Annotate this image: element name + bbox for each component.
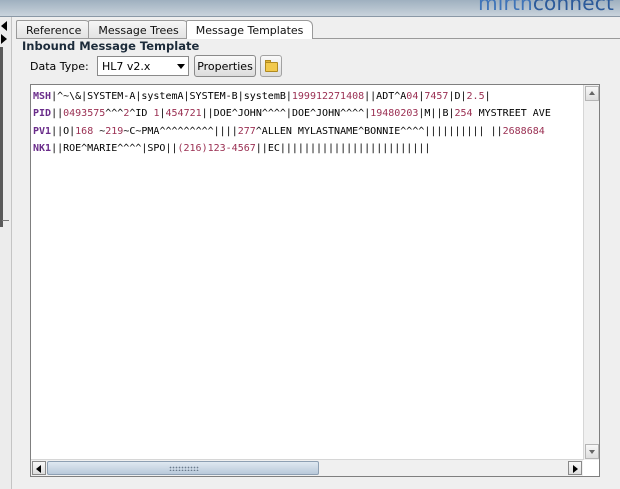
template-text-area[interactable]: MSH|^~\&|SYSTEM-A|systemA|SYSTEM-B|syste…	[33, 88, 583, 458]
segment-fields: ||0493575^^^2^ID 1|454721||DOE^JOHN^^^^|…	[51, 108, 551, 119]
mirth-connect-logo: mirthconnect	[478, 0, 614, 15]
segment-line-nk1: NK1||ROE^MARIE^^^^|SPO||(216)123-4567||E…	[33, 140, 583, 157]
tab-bar: Reference Message Trees Message Template…	[16, 20, 314, 39]
folder-open-icon	[265, 62, 278, 72]
chevron-down-icon	[177, 64, 185, 69]
top-banner: mirthconnect	[0, 0, 620, 17]
segment-id: PID	[33, 108, 52, 120]
segment-line-pid: PID||0493575^^^2^ID 1|454721||DOE^JOHN^^…	[33, 105, 583, 122]
text-token: ||	[51, 108, 64, 120]
splitter-notch	[2, 220, 9, 221]
numeric-token: 168	[75, 125, 94, 137]
panel-title: Inbound Message Template	[22, 39, 200, 53]
grip-icon	[169, 466, 199, 471]
scroll-down-button[interactable]	[585, 444, 599, 459]
splitter-bar[interactable]	[0, 47, 3, 227]
scroll-left-button[interactable]	[32, 461, 46, 475]
segment-line-pv1: PV1||O|168 ~219~C~PMA^^^^^^^^^||||277^AL…	[33, 123, 583, 140]
numeric-token: 454721	[165, 108, 202, 120]
text-token: ||O|	[51, 125, 76, 137]
tab-message-trees[interactable]: Message Trees	[88, 20, 189, 39]
numeric-token: 0493575	[63, 108, 106, 120]
text-token: ||DOE^JOHN^^^^|DOE^JOHN^^^^|	[201, 108, 371, 120]
numeric-token: 199912271408	[291, 91, 365, 102]
properties-button[interactable]: Properties	[194, 55, 256, 77]
text-token: |^~\&|SYSTEM-A|systemA|SYSTEM-B|systemB|	[51, 91, 292, 102]
template-editor[interactable]: MSH|^~\&|SYSTEM-A|systemA|SYSTEM-B|syste…	[30, 84, 600, 477]
text-token: |D|	[448, 91, 467, 102]
text-token: ||EC|||||||||||||||||||||||||	[255, 142, 431, 154]
numeric-token: 277	[237, 125, 256, 137]
segment-id: PV1	[33, 125, 52, 137]
horizontal-scroll-thumb[interactable]	[47, 461, 319, 475]
numeric-token: 04	[406, 91, 419, 102]
data-type-label: Data Type:	[30, 60, 89, 73]
vertical-scrollbar[interactable]	[583, 85, 599, 460]
text-token: ^ALLEN MYLASTNAME^BONNIE^^^^|||||||||| |…	[255, 125, 503, 137]
segment-fields: ||ROE^MARIE^^^^|SPO||(216)123-4567||EC||…	[51, 143, 430, 154]
text-token: ||ROE^MARIE^^^^|SPO||	[51, 142, 178, 154]
numeric-token: 219	[105, 125, 124, 137]
data-type-select[interactable]: HL7 v2.x	[97, 56, 189, 76]
open-file-button[interactable]	[260, 55, 282, 77]
collapse-left-icon[interactable]	[1, 21, 7, 31]
arrow-down-icon	[589, 450, 595, 454]
text-token: |M||B|	[418, 108, 455, 120]
horizontal-scrollbar[interactable]	[31, 459, 583, 476]
text-token: ~C~PMA^^^^^^^^^||||	[123, 125, 238, 137]
text-token: |	[484, 91, 491, 102]
numeric-token: 7457	[424, 91, 449, 102]
segment-id: NK1	[33, 142, 52, 154]
left-collapse-strip	[0, 17, 12, 489]
segment-line-msh: MSH|^~\&|SYSTEM-A|systemA|SYSTEM-B|syste…	[33, 88, 583, 105]
text-token: ^ID	[129, 108, 154, 120]
data-type-value: HL7 v2.x	[102, 60, 151, 73]
message-templates-panel: Reference Message Trees Message Template…	[12, 17, 620, 489]
arrow-left-icon	[36, 465, 41, 473]
segment-id: MSH	[33, 91, 52, 102]
expand-right-icon[interactable]	[1, 34, 7, 44]
numeric-token: (216)123-4567	[177, 142, 256, 154]
arrow-right-icon	[573, 465, 578, 473]
numeric-token: 2.5	[466, 91, 485, 102]
numeric-token: 254	[454, 108, 473, 120]
numeric-token: 2688684	[502, 125, 545, 137]
text-token: ||ADT^A	[364, 91, 407, 102]
numeric-token: 19480203	[370, 108, 419, 120]
segment-fields: |^~\&|SYSTEM-A|systemA|SYSTEM-B|systemB|…	[51, 91, 491, 102]
scroll-right-button[interactable]	[568, 461, 582, 475]
segment-fields: ||O|168 ~219~C~PMA^^^^^^^^^||||277^ALLEN…	[51, 126, 545, 137]
text-token: MYSTREET AVE	[472, 108, 551, 120]
tab-message-templates[interactable]: Message Templates	[185, 20, 314, 39]
text-token: ~	[93, 125, 106, 137]
scroll-up-button[interactable]	[585, 86, 599, 101]
text-token: ^^^	[105, 108, 124, 120]
arrow-up-icon	[589, 91, 595, 95]
tab-reference[interactable]: Reference	[16, 20, 92, 39]
